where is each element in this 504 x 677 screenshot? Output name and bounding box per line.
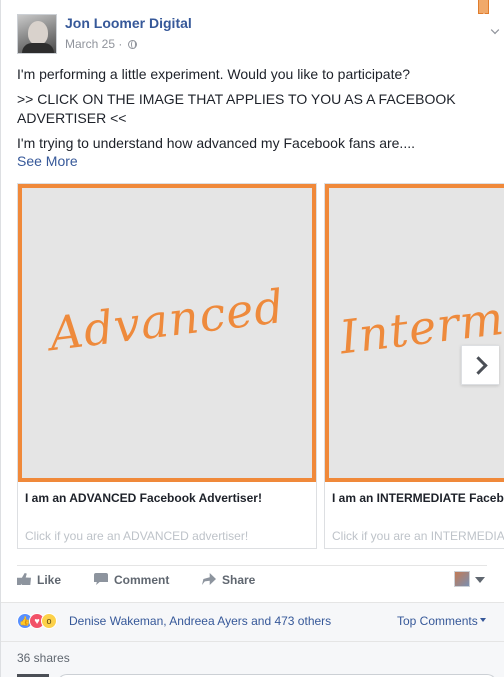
top-comments-dropdown[interactable]: Top Comments <box>397 614 486 628</box>
carousel-image[interactable]: Interme <box>325 184 504 482</box>
share-icon <box>202 573 216 585</box>
reactions-bar: 👍 ♥ o Denise Wakeman, Andreea Ayers and … <box>1 602 504 677</box>
avatar-face <box>28 21 48 45</box>
date-separator: · <box>118 37 123 51</box>
post-actions: Like Comment Share <box>17 565 487 595</box>
post-meta: March 25 · <box>65 37 137 51</box>
share-label: Share <box>222 573 256 587</box>
globe-icon <box>127 40 137 49</box>
post-date[interactable]: March 25 <box>65 37 115 51</box>
avatar-shirt <box>22 43 54 53</box>
post-text-line-1: I'm performing a little experiment. Woul… <box>17 66 411 82</box>
reaction-icons[interactable]: 👍 ♥ o <box>17 613 69 629</box>
post-as-caret-icon[interactable] <box>475 577 485 583</box>
page-name-link[interactable]: Jon Loomer Digital <box>65 15 192 31</box>
post-options-chevron-icon[interactable] <box>490 25 500 35</box>
like-button[interactable]: Like <box>17 573 61 587</box>
carousel-image-text: Advanced <box>46 278 288 362</box>
carousel-card-title[interactable]: I am an INTERMEDIATE Faceb <box>332 491 504 505</box>
wow-reaction-icon: o <box>41 613 57 629</box>
carousel-image[interactable]: Advanced <box>18 184 316 482</box>
carousel: Advanced I am an ADVANCED Facebook Adver… <box>17 183 504 550</box>
post-header: Jon Loomer Digital March 25 · <box>17 14 500 54</box>
carousel-next-button[interactable] <box>461 345 499 385</box>
post-card: Jon Loomer Digital March 25 · I'm perfor… <box>0 0 504 677</box>
carousel-card-description: Click if you are an INTERMEDIA <box>332 529 504 543</box>
comment-icon <box>94 573 108 585</box>
caret-down-icon <box>479 618 486 622</box>
top-comments-label: Top Comments <box>397 614 478 628</box>
carousel-card-title[interactable]: I am an ADVANCED Facebook Advertiser! <box>25 491 262 505</box>
post-text-line-3: I'm trying to understand how advanced my… <box>17 135 415 151</box>
carousel-card-description: Click if you are an ADVANCED advertiser! <box>25 529 249 543</box>
post-text-line-2: >> CLICK ON THE IMAGE THAT APPLIES TO YO… <box>17 91 456 126</box>
see-more-link[interactable]: See More <box>17 153 78 169</box>
comment-label: Comment <box>114 573 170 587</box>
reaction-names-link[interactable]: Denise Wakeman, Andreea Ayers and 473 ot… <box>69 614 331 628</box>
like-icon <box>17 573 31 585</box>
avatar[interactable] <box>17 14 57 54</box>
like-label: Like <box>37 573 62 587</box>
bookmark-icon[interactable] <box>478 0 489 18</box>
comment-button[interactable]: Comment <box>94 573 169 587</box>
shares-count-link[interactable]: 36 shares <box>17 651 70 665</box>
carousel-card-advanced[interactable]: Advanced I am an ADVANCED Facebook Adver… <box>17 183 317 549</box>
share-button[interactable]: Share <box>202 573 255 587</box>
post-as-avatar[interactable] <box>454 571 470 587</box>
divider <box>1 641 504 642</box>
